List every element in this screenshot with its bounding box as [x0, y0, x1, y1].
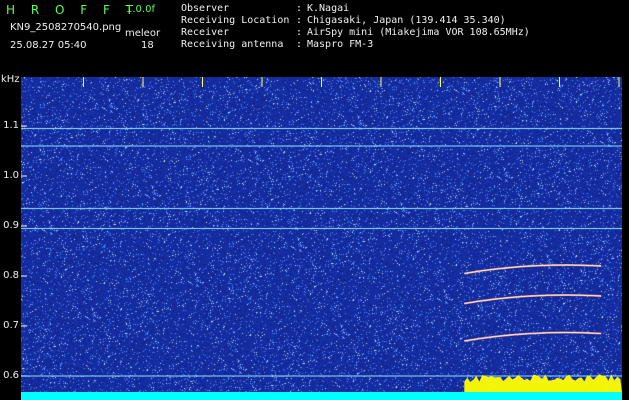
spectrogram-overlay	[21, 77, 622, 400]
info-label-observer: Observer	[181, 3, 230, 14]
baseline-strip	[21, 392, 622, 400]
app-version: 1.0.0f	[126, 4, 155, 15]
info-label-antenna: Receiving antenna	[181, 39, 284, 50]
info-label-receiver: Receiver	[181, 27, 230, 38]
info-label-location: Receiving Location	[181, 15, 290, 26]
y-tick-label: 1.1	[3, 120, 19, 131]
info-value-observer: K.Nagai	[307, 3, 350, 14]
station-label: meleor	[125, 28, 161, 39]
spectrogram-plot	[21, 77, 622, 400]
hrofft-screen: H R O F F T 1.0.0f KN9_2508270540.png me…	[0, 0, 629, 400]
info-value-location: Chigasaki, Japan (139.414 35.340)	[307, 15, 506, 26]
app-logo: H R O F F T	[6, 3, 140, 17]
info-value-receiver: AirSpy mini (Miakejima VOR 108.65MHz)	[307, 27, 530, 38]
y-tick-label: 0.7	[3, 320, 19, 331]
y-tick-label: 0.8	[3, 270, 19, 281]
info-value-antenna: Maspro FM-3	[307, 39, 374, 50]
info-colon: :	[296, 27, 303, 38]
info-colon: :	[296, 3, 303, 14]
info-colon: :	[296, 39, 303, 50]
image-filename: KN9_2508270540.png	[10, 22, 122, 33]
y-tick-label: 0.9	[3, 220, 19, 231]
info-colon: :	[296, 15, 303, 26]
echo-burst	[464, 374, 622, 392]
echo-trace-core	[464, 332, 602, 342]
y-tick-label: 0.6	[3, 370, 19, 381]
y-tick-label: 1.0	[3, 170, 19, 181]
meteor-count: 18	[141, 40, 154, 51]
capture-datetime: 25.08.27 05:40	[10, 40, 87, 51]
echo-trace-core	[464, 294, 602, 304]
echo-trace-core	[464, 264, 602, 274]
y-axis-label: kHz	[1, 74, 20, 85]
